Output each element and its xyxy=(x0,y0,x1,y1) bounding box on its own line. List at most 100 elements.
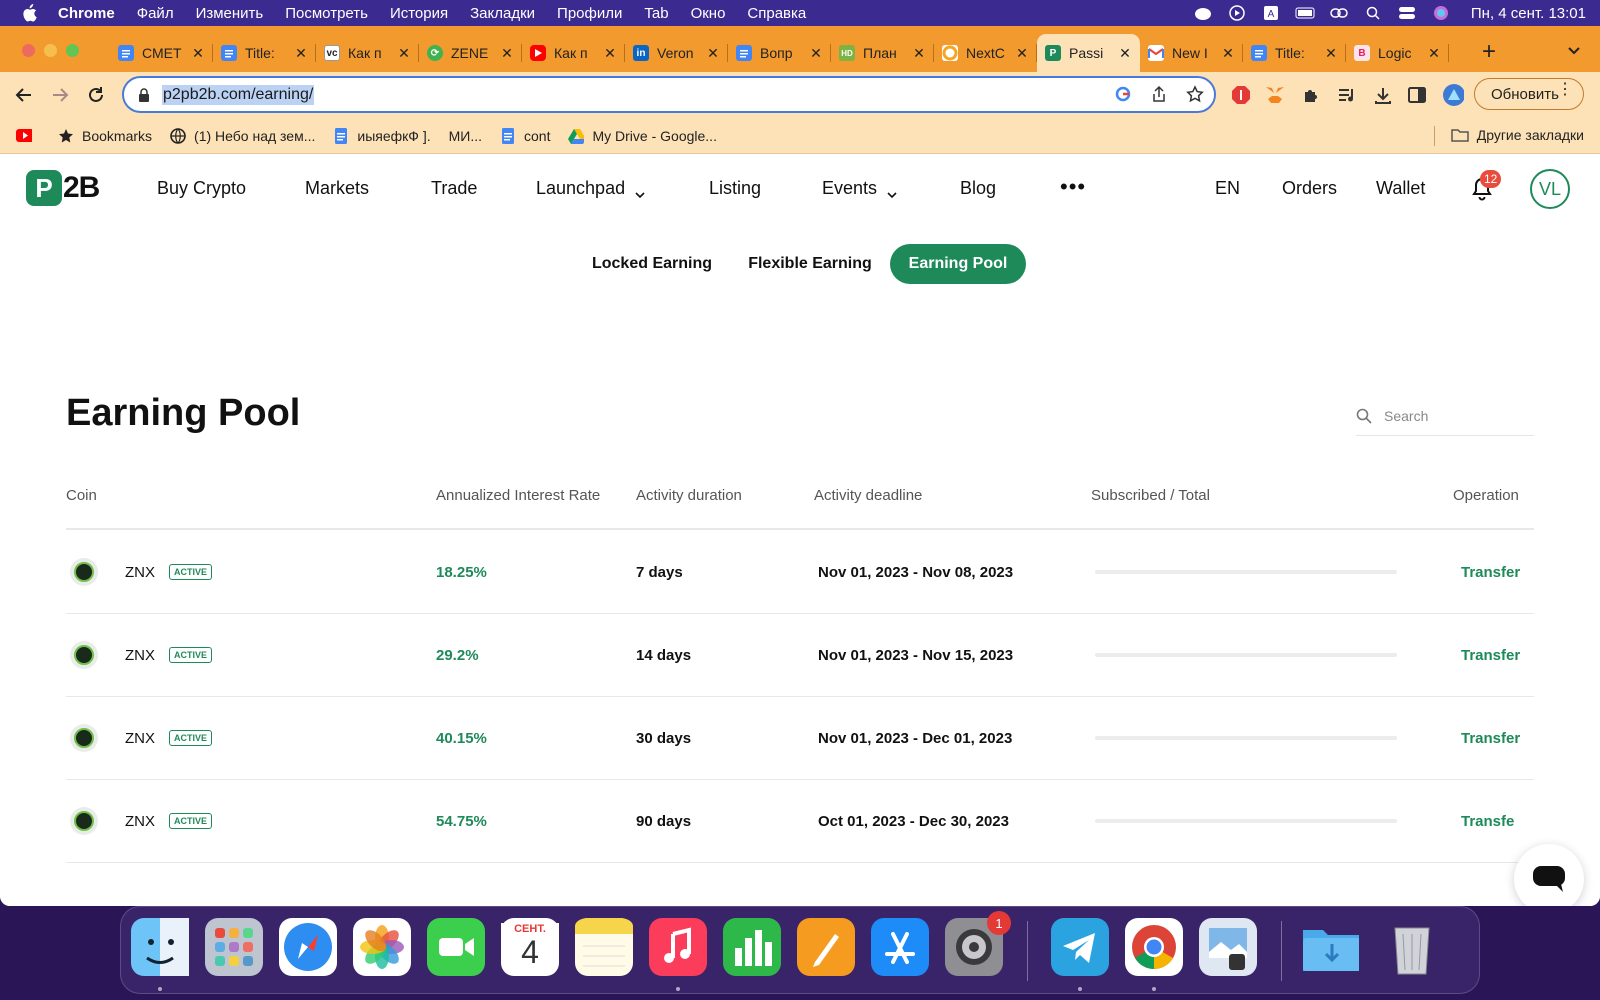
battery-icon[interactable] xyxy=(1295,5,1315,21)
photos-icon[interactable] xyxy=(353,918,411,976)
safari-icon[interactable] xyxy=(279,918,337,976)
close-tab-icon[interactable]: ✕ xyxy=(294,45,308,62)
facetime-icon[interactable] xyxy=(427,918,485,976)
numbers-icon[interactable] xyxy=(723,918,781,976)
browser-tab[interactable]: P Passi ✕ xyxy=(1037,34,1140,72)
browser-tab[interactable]: NextC ✕ xyxy=(934,34,1037,72)
menu-view[interactable]: Посмотреть xyxy=(285,5,368,22)
reload-icon[interactable] xyxy=(86,85,106,105)
download-icon[interactable] xyxy=(1372,84,1394,106)
transfer-button[interactable]: Transfer xyxy=(1461,564,1520,581)
bookmark-item[interactable] xyxy=(16,128,40,144)
menu-file[interactable]: Файл xyxy=(137,5,174,22)
transfer-button[interactable]: Transfer xyxy=(1461,647,1520,664)
cloud-status-icon[interactable] xyxy=(1193,5,1213,21)
tab-locked-earning[interactable]: Locked Earning xyxy=(582,244,722,284)
browser-tab[interactable]: in Veron ✕ xyxy=(625,34,728,72)
tab-earning-pool[interactable]: Earning Pool xyxy=(890,244,1026,284)
language-selector[interactable]: EN xyxy=(1215,178,1240,199)
transfer-button[interactable]: Transfe xyxy=(1461,813,1514,830)
bookmark-item[interactable]: My Drive - Google... xyxy=(568,128,717,144)
column-coin[interactable]: Coin xyxy=(66,487,97,504)
tab-flexible-earning[interactable]: Flexible Earning xyxy=(740,244,880,284)
browser-tab[interactable]: HD План ✕ xyxy=(831,34,934,72)
close-tab-icon[interactable]: ✕ xyxy=(1324,45,1338,62)
nav-markets[interactable]: Markets xyxy=(305,178,369,199)
p2b-logo[interactable]: P 2B xyxy=(26,170,100,206)
nav-blog[interactable]: Blog xyxy=(960,178,996,199)
nav-trade[interactable]: Trade xyxy=(431,178,477,199)
other-bookmarks[interactable]: Другие закладки xyxy=(1450,127,1584,143)
zoom-window-button[interactable] xyxy=(66,44,79,57)
menu-app-name[interactable]: Chrome xyxy=(58,5,115,22)
browser-tab[interactable]: Вопр ✕ xyxy=(728,34,831,72)
close-tab-icon[interactable]: ✕ xyxy=(1221,45,1235,62)
menu-tab[interactable]: Tab xyxy=(644,5,668,22)
launchpad-icon[interactable] xyxy=(205,918,263,976)
close-window-button[interactable] xyxy=(22,44,35,57)
address-bar[interactable]: p2pb2b.com/earning/ xyxy=(122,76,1216,113)
bookmark-item[interactable]: иыяефкФ ]. xyxy=(333,127,431,144)
forward-arrow-icon[interactable] xyxy=(50,85,70,105)
telegram-icon[interactable] xyxy=(1051,918,1109,976)
menu-profiles[interactable]: Профили xyxy=(557,5,622,22)
browser-tab[interactable]: Как п ✕ xyxy=(522,34,625,72)
browser-tab[interactable]: ⟳ ZENE ✕ xyxy=(419,34,522,72)
more-dots-icon[interactable]: ••• xyxy=(1060,174,1086,200)
chat-support-button[interactable] xyxy=(1514,844,1584,906)
nav-events[interactable]: Events xyxy=(822,178,897,199)
profile-avatar-icon[interactable] xyxy=(1442,84,1464,106)
close-tab-icon[interactable]: ✕ xyxy=(1015,45,1029,62)
extensions-puzzle-icon[interactable] xyxy=(1300,84,1322,106)
metamask-icon[interactable] xyxy=(1264,84,1286,106)
preview-icon[interactable] xyxy=(1199,918,1257,976)
trash-icon[interactable] xyxy=(1383,918,1441,976)
url-text[interactable]: p2pb2b.com/earning/ xyxy=(162,84,315,105)
play-icon[interactable] xyxy=(1227,5,1247,21)
back-arrow-icon[interactable] xyxy=(14,85,34,105)
share-icon[interactable] xyxy=(1150,85,1168,103)
media-controls-icon[interactable] xyxy=(1336,84,1358,106)
nav-wallet[interactable]: Wallet xyxy=(1376,178,1425,199)
menu-edit[interactable]: Изменить xyxy=(196,5,264,22)
browser-tab[interactable]: vc Как п ✕ xyxy=(316,34,419,72)
menubar-clock[interactable]: Пн, 4 сент. 13:01 xyxy=(1471,5,1586,22)
google-lens-icon[interactable] xyxy=(1114,85,1132,103)
bookmark-item[interactable]: cont xyxy=(500,127,550,144)
siri-icon[interactable] xyxy=(1431,5,1451,21)
bookmark-star-icon[interactable] xyxy=(1186,85,1204,103)
browser-tab[interactable]: Title: ✕ xyxy=(213,34,316,72)
apple-icon[interactable] xyxy=(20,4,38,22)
lock-icon[interactable] xyxy=(138,87,150,102)
side-panel-icon[interactable] xyxy=(1406,84,1428,106)
menu-help[interactable]: Справка xyxy=(747,5,806,22)
column-deadline[interactable]: Activity deadline xyxy=(814,487,922,504)
downloads-folder-icon[interactable] xyxy=(1301,918,1359,976)
update-chrome-button[interactable]: Обновить ⋮ xyxy=(1474,78,1584,110)
nav-listing[interactable]: Listing xyxy=(709,178,761,199)
nav-launchpad[interactable]: Launchpad xyxy=(536,178,645,199)
pages-icon[interactable] xyxy=(797,918,855,976)
close-tab-icon[interactable]: ✕ xyxy=(1427,45,1441,62)
input-source-icon[interactable]: A xyxy=(1261,5,1281,21)
calendar-icon[interactable]: СЕНТ. 4 xyxy=(501,918,559,976)
more-menu-icon[interactable]: ⋮ xyxy=(1557,82,1573,98)
close-tab-icon[interactable]: ✕ xyxy=(191,45,205,62)
music-icon[interactable] xyxy=(649,918,707,976)
column-rate[interactable]: Annualized Interest Rate xyxy=(436,487,600,504)
menu-window[interactable]: Окно xyxy=(691,5,726,22)
spotlight-search-icon[interactable] xyxy=(1363,5,1383,21)
close-tab-icon[interactable]: ✕ xyxy=(603,45,617,62)
browser-tab[interactable]: Title: ✕ xyxy=(1243,34,1346,72)
app-store-icon[interactable] xyxy=(871,918,929,976)
close-tab-icon[interactable]: ✕ xyxy=(809,45,823,62)
notes-icon[interactable] xyxy=(575,918,633,976)
adblock-icon[interactable] xyxy=(1230,84,1252,106)
new-tab-button[interactable]: + xyxy=(1476,38,1502,66)
minimize-window-button[interactable] xyxy=(44,44,57,57)
chrome-icon[interactable] xyxy=(1125,918,1183,976)
browser-tab[interactable]: B Logic ✕ xyxy=(1346,34,1449,72)
close-tab-icon[interactable]: ✕ xyxy=(500,45,514,62)
close-tab-icon[interactable]: ✕ xyxy=(1118,45,1132,62)
menu-history[interactable]: История xyxy=(390,5,448,22)
